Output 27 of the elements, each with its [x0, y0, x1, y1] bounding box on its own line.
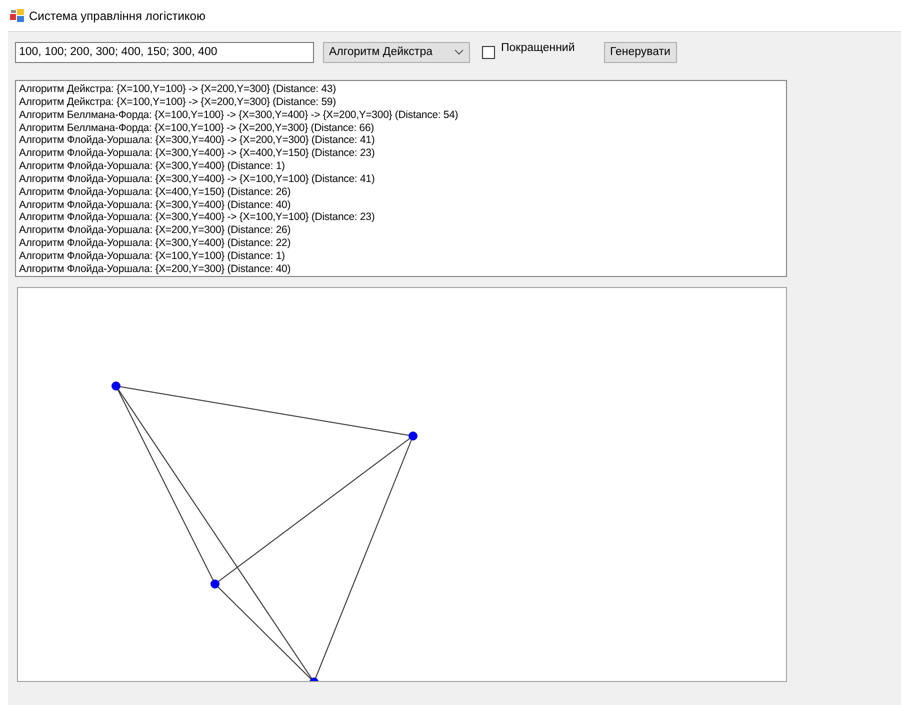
list-item[interactable]: Алгоритм Флойда-Уоршала: {X=300,Y=400} -> {X=400,Y=150} (Distance: 23) — [19, 147, 783, 160]
list-item[interactable]: Алгоритм Флойда-Уоршала: {X=300,Y=400} (Distance: 1) — [19, 160, 783, 173]
graph-node — [112, 382, 120, 390]
list-item[interactable]: Алгоритм Беллмана-Форда: {X=100,Y=100} -> {X=300,Y=400} -> {X=200,Y=300} (Distance: 54) — [19, 108, 783, 122]
list-item[interactable]: Алгоритм Флойда-Уоршала: {X=300,Y=400} -> {X=100,Y=100} (Distance: 23) — [19, 211, 783, 224]
points-input-field[interactable]: 100, 100; 200, 300; 400, 150; 300, 400 — [15, 42, 314, 62]
list-item[interactable]: Алгоритм Флойда-Уоршала: {X=300,Y=400} -> {X=200,Y=300} (Distance: 41) — [19, 134, 783, 148]
checkbox-label: Покращенний — [501, 42, 575, 54]
caret-icon — [454, 49, 464, 55]
improved-checkbox[interactable] — [482, 46, 495, 58]
generate-button[interactable]: Генерувати — [604, 42, 677, 62]
window-title: Система управління логістикою — [29, 8, 206, 22]
list-item[interactable]: Алгоритм Дейкстра: {X=100,Y=100} -> {X=200,Y=300} (Distance: 59) — [19, 96, 783, 109]
list-item[interactable]: Алгоритм Дейкстра: {X=100,Y=100} -> {X=200,Y=300} (Distance: 43) — [19, 83, 783, 96]
list-item[interactable]: Алгоритм Флойда-Уоршала: {X=300,Y=400} (Distance: 40) — [19, 198, 783, 212]
algorithm-dropdown[interactable]: Алгоритм Дейкстра — [323, 42, 470, 62]
graph-node — [310, 678, 318, 681]
graph-node — [210, 580, 220, 588]
graph-node — [408, 432, 418, 440]
list-item[interactable]: Алгоритм Беллмана-Форда: {X=100,Y=100} -> {X=200,Y=300} (Distance: 66) — [19, 122, 783, 134]
list-item[interactable]: Алгоритм Флойда-Уоршала: {X=200,Y=300} (Distance: 26) — [19, 224, 783, 238]
list-item[interactable]: Алгоритм Флойда-Уоршала: {X=300,Y=400} (Distance: 22) — [19, 237, 783, 250]
app-icon — [10, 9, 24, 22]
list-item[interactable]: Алгоритм Флойда-Уоршала: {X=100,Y=100} (Distance: 1) — [19, 250, 783, 263]
list-item[interactable]: Алгоритм Флойда-Уоршала: {X=300,Y=400} -> {X=100,Y=100} (Distance: 41) — [19, 172, 783, 186]
list-item[interactable]: Алгоритм Флойда-Уоршала: {X=200,Y=300} (Distance: 40) — [19, 262, 783, 276]
list-item[interactable]: Алгоритм Флойда-Уоршала: {X=400,Y=150} (Distance: 26) — [19, 186, 783, 199]
